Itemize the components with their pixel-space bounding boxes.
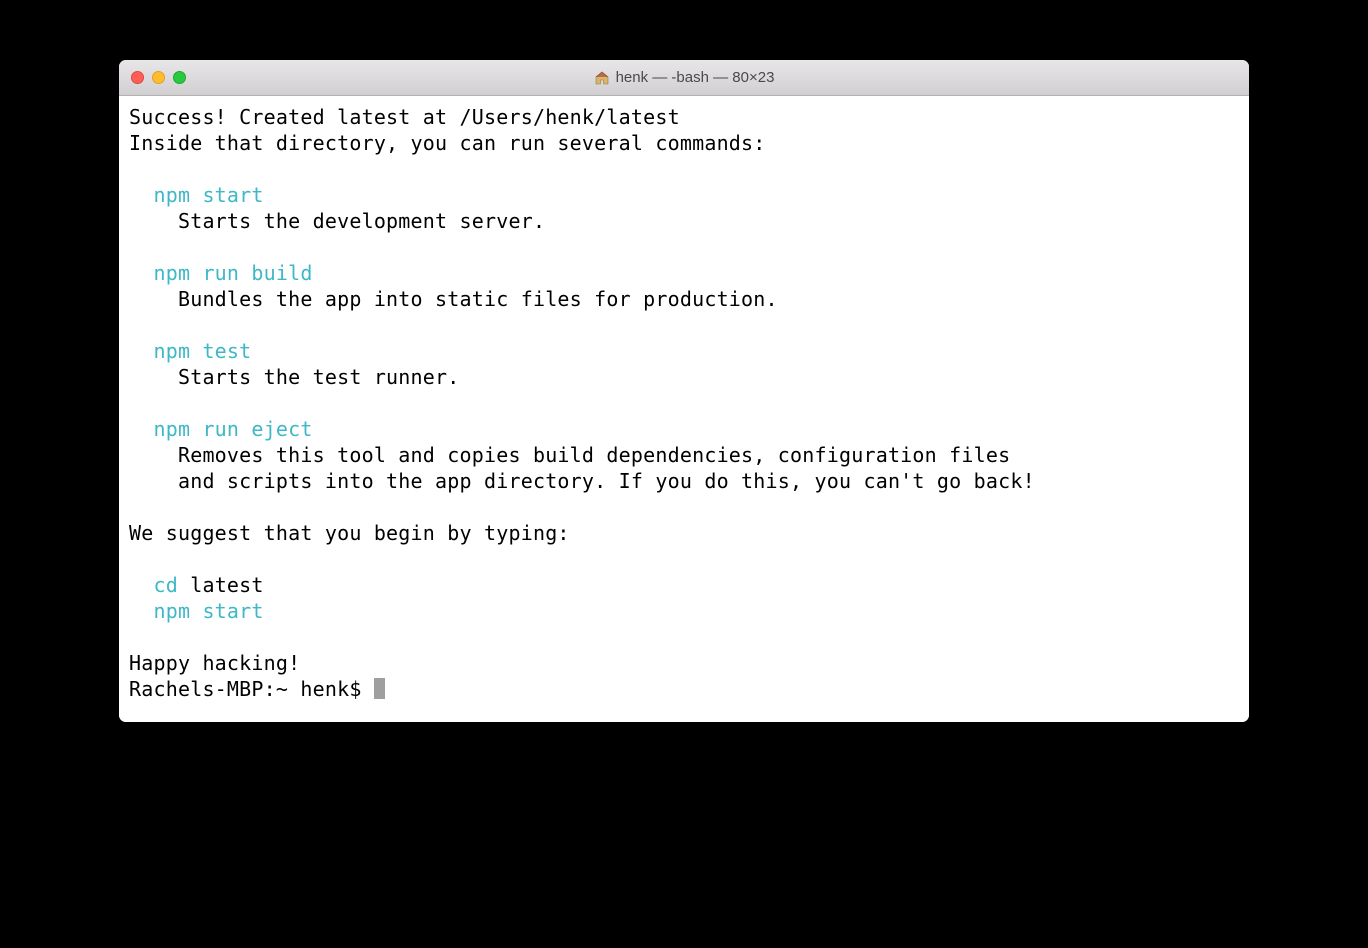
output-line: and scripts into the app directory. If y… [129,469,1035,493]
output-line: We suggest that you begin by typing: [129,521,570,545]
traffic-lights [119,71,186,84]
command-text: npm test [129,339,251,363]
command-text: npm start [129,183,264,207]
command-text: npm start [129,599,264,623]
output-line: Inside that directory, you can run sever… [129,131,766,155]
terminal-content[interactable]: Success! Created latest at /Users/henk/l… [119,96,1249,722]
close-icon[interactable] [131,71,144,84]
output-line: latest [178,573,264,597]
cursor-icon [374,678,385,699]
command-text: npm run build [129,261,313,285]
terminal-window: henk — -bash — 80×23 Success! Created la… [119,60,1249,722]
minimize-icon[interactable] [152,71,165,84]
maximize-icon[interactable] [173,71,186,84]
window-title-text: henk — -bash — 80×23 [616,69,775,86]
prompt-text: Rachels-MBP:~ henk$ [129,677,374,701]
output-line: Success! Created latest at /Users/henk/l… [129,105,680,129]
titlebar[interactable]: henk — -bash — 80×23 [119,60,1249,96]
output-line: Removes this tool and copies build depen… [129,443,1010,467]
command-text: npm run eject [129,417,313,441]
output-line: Starts the test runner. [129,365,460,389]
output-line: Bundles the app into static files for pr… [129,287,778,311]
output-line: Happy hacking! [129,651,300,675]
output-line: Starts the development server. [129,209,545,233]
window-title: henk — -bash — 80×23 [119,69,1249,86]
home-icon [594,70,610,86]
command-text: cd [129,573,178,597]
